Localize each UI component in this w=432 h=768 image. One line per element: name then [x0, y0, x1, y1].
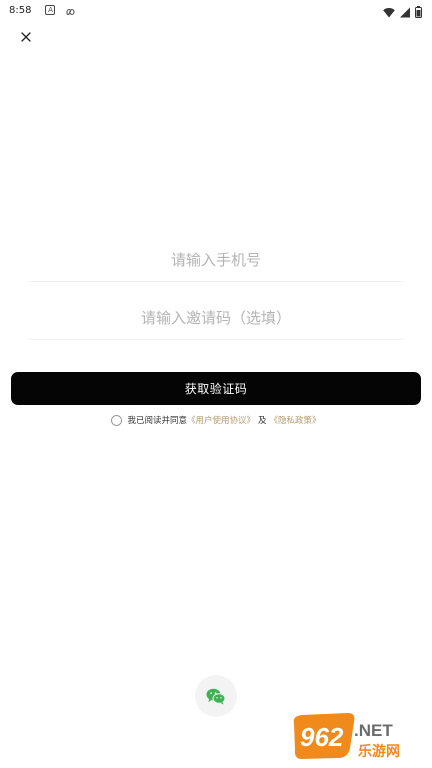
- agreement-checkbox[interactable]: [111, 414, 123, 426]
- status-right-icons: [383, 3, 422, 22]
- watermark-net: .NET: [354, 721, 393, 740]
- close-icon: [21, 32, 31, 42]
- login-screen: 8:58 A 获取验证码 我已阅读并: [0, 0, 432, 768]
- wifi-icon: [383, 3, 395, 22]
- wechat-login-button[interactable]: [195, 675, 237, 717]
- status-bar: 8:58 A: [0, 0, 432, 20]
- watermark-subtext: 乐游网: [358, 743, 400, 760]
- agreement-row: 我已阅读并同意 《用户使用协议》 及 《隐私政策》: [0, 414, 432, 426]
- watermark-logo: 962 .NET 乐游网: [293, 713, 400, 760]
- invite-code-input[interactable]: [28, 308, 404, 327]
- a-icon: A: [45, 5, 56, 15]
- signal-icon: [400, 3, 410, 22]
- phone-input[interactable]: [28, 250, 404, 269]
- watermark-number: 962: [300, 722, 344, 752]
- agreement-prefix: 我已阅读并同意: [127, 416, 187, 426]
- wechat-icon: [206, 688, 226, 704]
- battery-icon: [415, 3, 422, 22]
- status-time: 8:58: [9, 4, 32, 16]
- user-agreement-link[interactable]: 《用户使用协议》: [187, 414, 255, 426]
- close-button[interactable]: [15, 26, 37, 48]
- agreement-conjunction: 及: [258, 416, 267, 426]
- invite-code-field: [28, 296, 404, 340]
- infinity-icon: [64, 1, 76, 20]
- privacy-policy-link[interactable]: 《隐私政策》: [270, 414, 321, 426]
- phone-field: [28, 238, 404, 282]
- get-verification-code-button[interactable]: 获取验证码: [11, 372, 421, 405]
